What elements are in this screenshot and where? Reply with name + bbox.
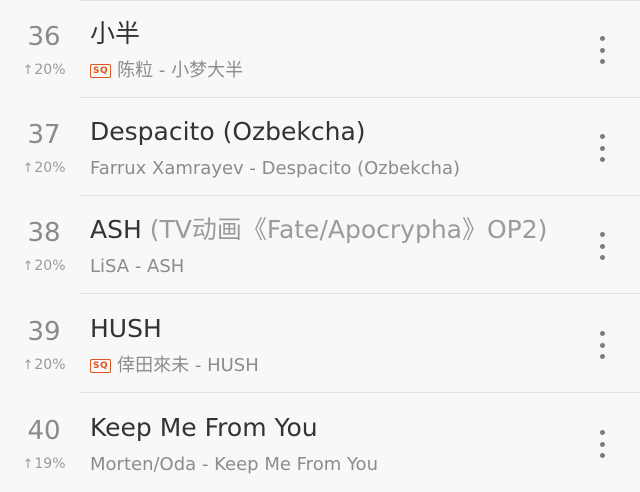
artist-album: Morten/Oda - Keep Me From You bbox=[90, 454, 378, 475]
song-subtitle: LiSA - ASH bbox=[90, 254, 550, 280]
rank-change-value: 20% bbox=[34, 357, 66, 373]
sq-badge-icon: SQ bbox=[90, 64, 112, 78]
more-options-button[interactable] bbox=[590, 331, 614, 359]
more-dot bbox=[599, 441, 605, 447]
more-dot bbox=[599, 59, 605, 64]
more-options-button[interactable] bbox=[590, 134, 614, 162]
more-dot bbox=[599, 354, 605, 359]
song-row[interactable]: 39 ↑20% HUSH SQ 倖田來未 - HUSH bbox=[0, 295, 640, 393]
more-dot bbox=[599, 342, 605, 348]
rank-number: 40 bbox=[27, 416, 61, 446]
rank-number: 36 bbox=[27, 22, 61, 52]
divider bbox=[80, 392, 640, 393]
more-dot bbox=[599, 255, 605, 260]
more-vertical-icon bbox=[599, 430, 605, 435]
song-title-text: 小半 bbox=[90, 19, 141, 48]
rank-number: 39 bbox=[27, 317, 61, 347]
song-title-text: HUSH bbox=[90, 314, 162, 343]
more-dot bbox=[599, 243, 605, 249]
arrow-up-icon: ↑ bbox=[22, 161, 34, 176]
rank-change-value: 19% bbox=[34, 456, 66, 472]
sq-badge-icon: SQ bbox=[90, 359, 112, 373]
song-subtitle: SQ 倖田來未 - HUSH bbox=[90, 353, 550, 379]
song-title: ASH (TV动画《Fate/Apocrypha》OP2) bbox=[90, 212, 550, 248]
more-dot bbox=[599, 145, 605, 151]
more-options-button[interactable] bbox=[590, 36, 614, 64]
rank-change-value: 20% bbox=[34, 258, 66, 274]
rank-change-value: 20% bbox=[34, 160, 66, 176]
more-dot bbox=[599, 157, 605, 162]
arrow-up-icon: ↑ bbox=[22, 63, 34, 78]
song-alias: (TV动画《Fate/Apocrypha》OP2) bbox=[141, 215, 548, 244]
artist-album: LiSA - ASH bbox=[90, 256, 185, 277]
rank-change: ↑20% bbox=[0, 256, 88, 277]
rank-change: ↑20% bbox=[0, 355, 88, 376]
arrow-up-icon: ↑ bbox=[22, 259, 34, 274]
song-subtitle: Morten/Oda - Keep Me From You bbox=[90, 452, 550, 478]
song-list: 36 ↑20% 小半 SQ 陈粒 - 小梦大半 37 ↑20% Despacito… bbox=[0, 0, 640, 492]
more-options-button[interactable] bbox=[590, 232, 614, 260]
song-subtitle: SQ 陈粒 - 小梦大半 bbox=[90, 58, 550, 84]
song-title-text: ASH bbox=[90, 215, 142, 244]
rank-change-value: 20% bbox=[34, 62, 66, 78]
more-options-button[interactable] bbox=[590, 430, 614, 458]
rank-change: ↑19% bbox=[0, 454, 88, 475]
more-dot bbox=[599, 453, 605, 458]
rank-number: 38 bbox=[27, 218, 61, 248]
more-vertical-icon bbox=[599, 134, 605, 139]
artist-album: 倖田來未 - HUSH bbox=[117, 355, 259, 376]
rank-change: ↑20% bbox=[0, 158, 88, 179]
artist-album: Farrux Xamrayev - Despacito (Ozbekcha) bbox=[90, 158, 461, 179]
song-row[interactable]: 40 ↑19% Keep Me From You Morten/Oda - Ke… bbox=[0, 394, 640, 492]
more-dot bbox=[599, 47, 605, 53]
rank-change: ↑20% bbox=[0, 60, 88, 81]
song-row[interactable]: 37 ↑20% Despacito (Ozbekcha) Farrux Xamr… bbox=[0, 98, 640, 196]
arrow-up-icon: ↑ bbox=[22, 358, 34, 373]
more-vertical-icon bbox=[599, 36, 605, 41]
arrow-up-icon: ↑ bbox=[22, 457, 34, 472]
song-title: HUSH bbox=[90, 311, 550, 347]
song-row[interactable]: 36 ↑20% 小半 SQ 陈粒 - 小梦大半 bbox=[0, 0, 640, 98]
song-title-text: Keep Me From You bbox=[90, 413, 318, 442]
more-vertical-icon bbox=[599, 331, 605, 336]
song-title: 小半 bbox=[90, 16, 550, 52]
more-vertical-icon bbox=[599, 232, 605, 237]
song-subtitle: Farrux Xamrayev - Despacito (Ozbekcha) bbox=[90, 156, 550, 182]
divider bbox=[80, 293, 640, 294]
song-title: Keep Me From You bbox=[90, 410, 550, 446]
song-row[interactable]: 38 ↑20% ASH (TV动画《Fate/Apocrypha》OP2) Li… bbox=[0, 196, 640, 294]
song-title: Despacito (Ozbekcha) bbox=[90, 114, 550, 150]
artist-album: 陈粒 - 小梦大半 bbox=[117, 60, 244, 81]
rank-number: 37 bbox=[27, 120, 61, 150]
song-title-text: Despacito (Ozbekcha) bbox=[90, 117, 366, 146]
